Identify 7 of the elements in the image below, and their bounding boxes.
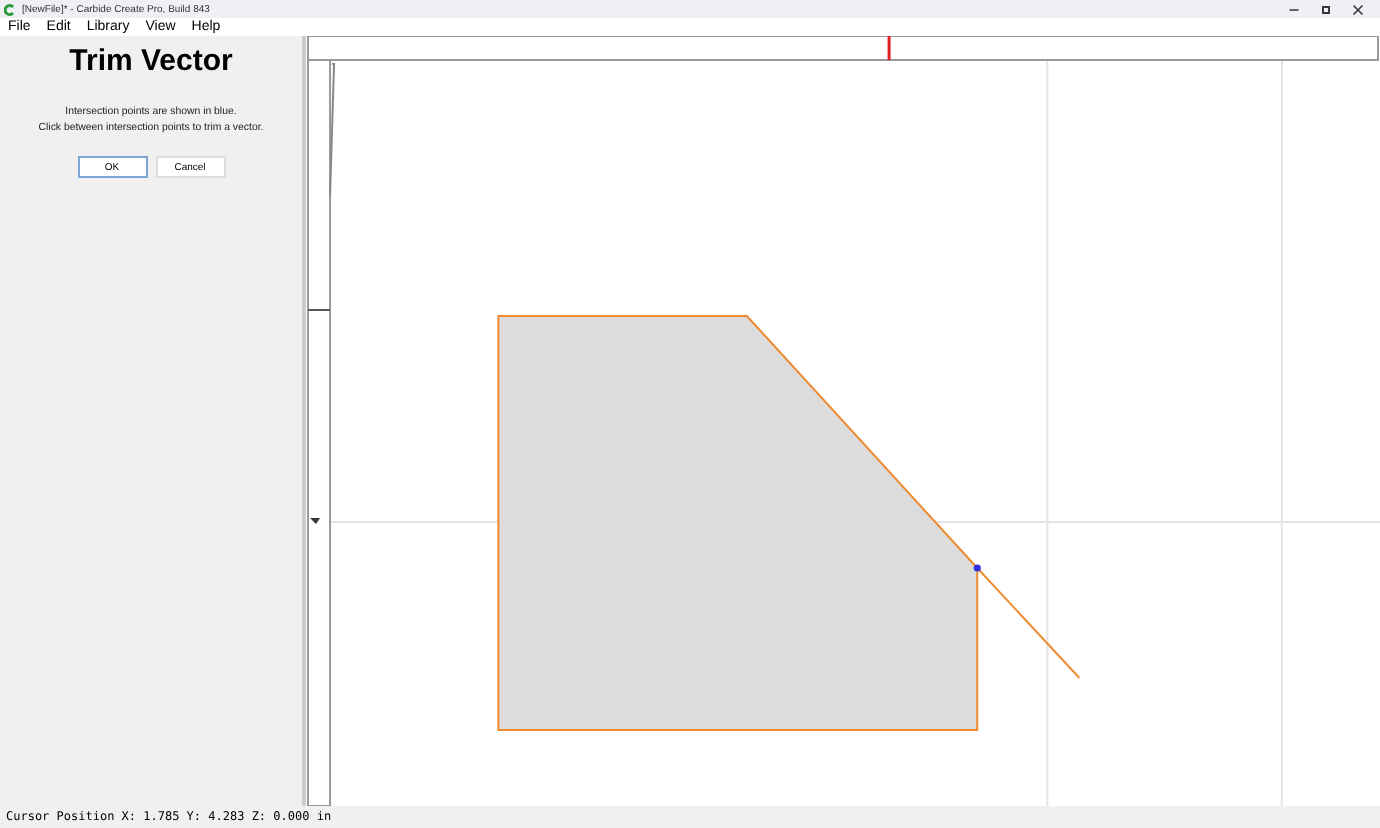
ruler-marker-icon (310, 518, 321, 524)
panel-title: Trim Vector (69, 44, 233, 78)
minimize-icon[interactable] (1288, 3, 1300, 15)
close-icon[interactable] (1352, 3, 1364, 15)
intersection-point[interactable] (973, 564, 981, 572)
app-icon (4, 3, 16, 15)
restore-icon[interactable] (1320, 3, 1332, 15)
